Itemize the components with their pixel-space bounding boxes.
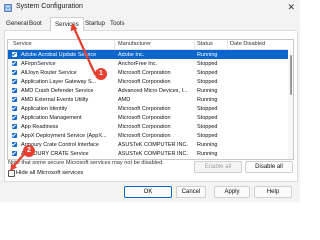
table-row[interactable]: Application Layer Gateway S... Microsoft … <box>8 77 293 86</box>
status-cell: Stopped <box>197 60 218 67</box>
service-checkbox[interactable] <box>12 51 17 57</box>
table-row[interactable]: Adobe Acrobat Update Service Adobe Inc. Ru… <box>8 50 293 59</box>
annotation-badge-1: 1 <box>95 68 107 80</box>
column-divider[interactable] <box>194 40 195 49</box>
table-row[interactable]: App Readiness Microsoft Corporation Stoppe… <box>8 122 293 131</box>
table-row[interactable]: Application Management Microsoft Corporat… <box>8 113 293 122</box>
service-name-cell: AppX Deployment Service (AppX... <box>21 132 107 139</box>
manufacturer-cell: AMD <box>118 96 131 103</box>
status-cell: Stopped <box>197 114 218 121</box>
hide-microsoft-services-label[interactable]: Hide all Microsoft services <box>16 170 83 176</box>
status-cell: Running <box>197 150 218 157</box>
system-configuration-window: System Configuration ✕ General Boot Serv… <box>0 0 300 202</box>
table-row[interactable]: Armoury Crate Control Interface ASUSTeK C… <box>8 140 293 149</box>
hide-microsoft-services-checkbox[interactable] <box>8 170 15 177</box>
service-checkbox[interactable] <box>12 60 17 66</box>
service-checkbox[interactable] <box>12 114 17 120</box>
column-header-date-disabled[interactable]: Date Disabled <box>230 41 265 47</box>
table-row[interactable]: Application Identity Microsoft Corporatio… <box>8 104 293 113</box>
disable-all-button[interactable]: Disable all <box>245 161 293 173</box>
help-button[interactable]: Help <box>254 186 292 198</box>
tab-startup[interactable]: Startup <box>85 19 105 29</box>
table-row[interactable]: AMD Crash Defender Service Advanced Micro… <box>8 86 293 95</box>
services-list[interactable]: Service Manufacturer Status Date Disable… <box>7 39 294 160</box>
manufacturer-cell: Microsoft Corporation <box>118 105 171 112</box>
window-title: System Configuration <box>16 3 83 10</box>
service-checkbox[interactable] <box>12 69 17 75</box>
close-icon[interactable]: ✕ <box>287 2 295 12</box>
status-cell: Running <box>197 51 218 58</box>
manufacturer-cell: Microsoft Corporation <box>118 114 171 121</box>
service-checkbox[interactable] <box>12 123 17 129</box>
service-name-cell: AMD External Events Utility <box>21 96 89 103</box>
table-row[interactable]: AFirpnService AnchorFree Inc. Stopped <box>8 59 293 68</box>
annotation-badge-2: 2 <box>23 145 35 157</box>
column-divider[interactable] <box>227 40 228 49</box>
tab-boot[interactable]: Boot <box>29 19 42 29</box>
manufacturer-cell: ASUSTeK COMPUTER INC. <box>118 150 188 157</box>
service-name-cell: AFirpnService <box>21 60 56 67</box>
manufacturer-cell: Microsoft Corporation <box>118 132 171 139</box>
service-name-cell: Application Management <box>21 114 82 121</box>
service-checkbox[interactable] <box>12 141 17 147</box>
table-row[interactable]: AllJoyn Router Service Microsoft Corporat… <box>8 68 293 77</box>
system-configuration-icon <box>4 4 12 12</box>
service-name-cell: App Readiness <box>21 123 59 130</box>
service-checkbox[interactable] <box>12 96 17 102</box>
column-header-manufacturer[interactable]: Manufacturer <box>118 41 151 47</box>
manufacturer-cell: ASUSTeK COMPUTER INC. <box>118 141 188 148</box>
dialog-button-bar: OK Cancel Apply Help <box>0 182 300 202</box>
column-header-status[interactable]: Status <box>197 41 213 47</box>
service-checkbox[interactable] <box>12 105 17 111</box>
service-checkbox[interactable] <box>12 150 17 156</box>
status-cell: Stopped <box>197 78 218 85</box>
status-cell: Stopped <box>197 105 218 112</box>
tab-services[interactable]: Services <box>50 17 84 32</box>
table-row[interactable]: ARMOURY CRATE Service ASUSTeK COMPUTER IN… <box>8 149 293 158</box>
tab-general[interactable]: General <box>6 19 28 29</box>
tab-tools[interactable]: Tools <box>110 19 124 29</box>
column-header-service[interactable]: Service <box>13 41 32 47</box>
status-cell: Running <box>197 141 218 148</box>
table-row[interactable]: AMD External Events Utility AMD Running <box>8 95 293 104</box>
status-cell: Stopped <box>197 69 218 76</box>
manufacturer-cell: AnchorFree Inc. <box>118 60 158 67</box>
scrollbar-thumb[interactable] <box>289 55 292 95</box>
enable-all-button[interactable]: Enable all <box>194 161 242 173</box>
manufacturer-cell: Microsoft Corporation <box>118 123 171 130</box>
apply-button[interactable]: Apply <box>214 186 250 198</box>
title-bar: System Configuration ✕ <box>0 0 300 16</box>
vertical-scrollbar[interactable] <box>288 49 293 159</box>
service-name-cell: Adobe Acrobat Update Service <box>21 51 97 58</box>
service-checkbox[interactable] <box>12 132 17 138</box>
list-header: Service Manufacturer Status Date Disable… <box>8 40 293 50</box>
column-divider[interactable] <box>114 40 115 49</box>
ok-button[interactable]: OK <box>124 186 172 198</box>
service-checkbox[interactable] <box>12 87 17 93</box>
manufacturer-cell: Adobe Inc. <box>118 51 145 58</box>
status-cell: Stopped <box>197 132 218 139</box>
manufacturer-cell: Microsoft Corporation <box>118 78 171 85</box>
status-cell: Running <box>197 87 218 94</box>
status-cell: Running <box>197 96 218 103</box>
microsoft-services-note: Note that some secure Microsoft services… <box>8 160 164 166</box>
service-name-cell: Armoury Crate Control Interface <box>21 141 99 148</box>
service-checkbox[interactable] <box>12 78 17 84</box>
table-row[interactable]: AppX Deployment Service (AppX... Microsof… <box>8 131 293 140</box>
service-name-cell: AMD Crash Defender Service <box>21 87 94 94</box>
tab-strip: General Boot Services Startup Tools <box>4 17 296 32</box>
manufacturer-cell: Advanced Micro Devices, I... <box>118 87 188 94</box>
service-name-cell: Application Identity <box>21 105 68 112</box>
cancel-button[interactable]: Cancel <box>176 186 206 198</box>
manufacturer-cell: Microsoft Corporation <box>118 69 171 76</box>
status-cell: Stopped <box>197 123 218 130</box>
